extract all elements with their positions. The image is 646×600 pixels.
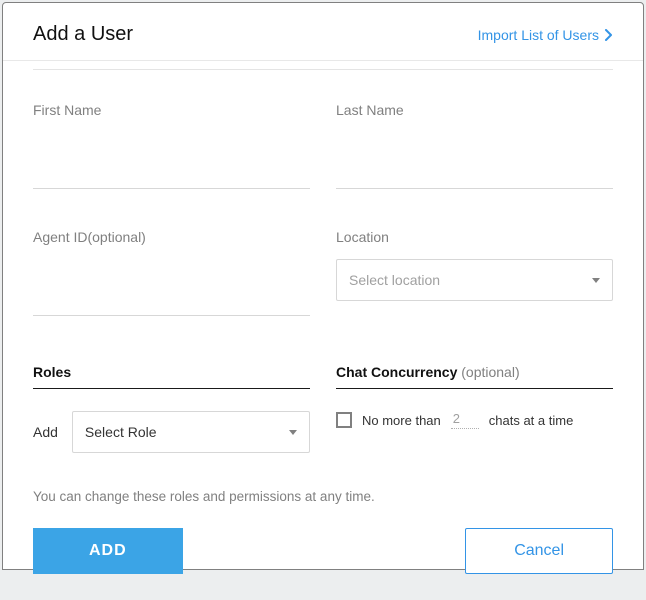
chat-section: Chat Concurrency (optional) No more than… xyxy=(336,364,613,453)
roles-header: Roles xyxy=(33,364,310,389)
modal-title: Add a User xyxy=(33,23,133,46)
modal-footer: ADD Cancel xyxy=(3,504,643,600)
chat-header-optional: (optional) xyxy=(461,364,519,380)
chevron-down-icon xyxy=(592,278,600,283)
chat-value-input[interactable] xyxy=(451,411,479,429)
import-users-label: Import List of Users xyxy=(478,27,599,43)
location-label: Location xyxy=(336,229,613,245)
last-name-input[interactable] xyxy=(336,150,613,189)
chat-limit-row: No more than chats at a time xyxy=(336,411,613,429)
last-name-label: Last Name xyxy=(336,102,613,118)
first-name-label: First Name xyxy=(33,102,310,118)
roles-section: Roles Add Select Role xyxy=(33,364,310,453)
cancel-button[interactable]: Cancel xyxy=(465,528,613,574)
first-name-input[interactable] xyxy=(33,150,310,189)
location-placeholder: Select location xyxy=(349,272,440,288)
last-name-group: Last Name xyxy=(336,102,613,189)
agent-location-row: Agent ID(optional) Location Select locat… xyxy=(33,229,613,316)
chat-prefix: No more than xyxy=(362,413,441,428)
agent-id-input[interactable] xyxy=(33,277,310,316)
chat-header: Chat Concurrency (optional) xyxy=(336,364,613,389)
modal-header: Add a User Import List of Users xyxy=(3,3,643,61)
role-add-row: Add Select Role xyxy=(33,411,310,453)
name-row: First Name Last Name xyxy=(33,102,613,189)
roles-note: You can change these roles and permissio… xyxy=(33,489,613,504)
location-group: Location Select location xyxy=(336,229,613,316)
add-user-modal: Add a User Import List of Users First Na… xyxy=(2,2,644,570)
location-select[interactable]: Select location xyxy=(336,259,613,301)
import-users-link[interactable]: Import List of Users xyxy=(478,27,613,43)
divider xyxy=(33,69,613,70)
chevron-down-icon xyxy=(289,430,297,435)
roles-chat-row: Roles Add Select Role Chat Concurrency (… xyxy=(33,364,613,453)
role-select[interactable]: Select Role xyxy=(72,411,310,453)
chevron-right-icon xyxy=(603,29,613,41)
chat-header-text: Chat Concurrency xyxy=(336,364,461,380)
agent-id-label: Agent ID(optional) xyxy=(33,229,310,245)
agent-id-group: Agent ID(optional) xyxy=(33,229,310,316)
chat-limit-checkbox[interactable] xyxy=(336,412,352,428)
role-add-label: Add xyxy=(33,424,58,440)
chat-suffix: chats at a time xyxy=(489,413,574,428)
role-select-placeholder: Select Role xyxy=(85,424,157,440)
add-button[interactable]: ADD xyxy=(33,528,183,574)
first-name-group: First Name xyxy=(33,102,310,189)
modal-body: First Name Last Name Agent ID(optional) … xyxy=(3,61,643,504)
